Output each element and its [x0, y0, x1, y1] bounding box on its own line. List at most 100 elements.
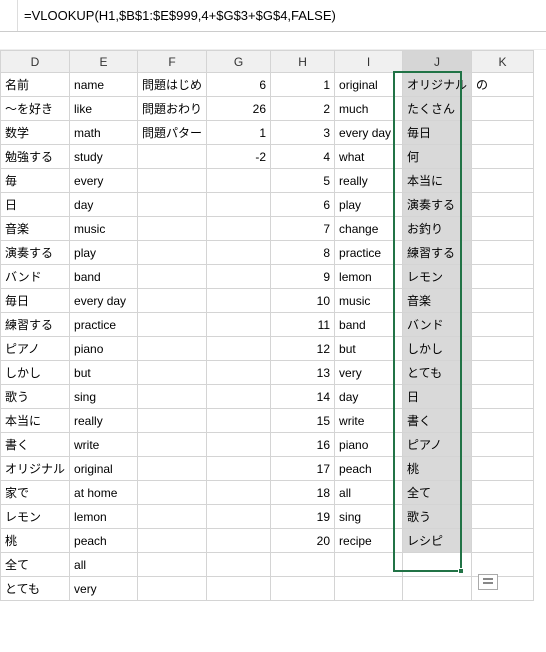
cell-I[interactable]: original [335, 73, 403, 97]
cell-F[interactable] [138, 385, 207, 409]
cell-K[interactable] [472, 553, 534, 577]
cell-E[interactable]: like [70, 97, 138, 121]
cell-J[interactable]: とても [403, 361, 472, 385]
cell-E[interactable]: play [70, 241, 138, 265]
cell-H[interactable]: 5 [271, 169, 335, 193]
cell-E[interactable]: band [70, 265, 138, 289]
cell-H[interactable]: 17 [271, 457, 335, 481]
cell-F[interactable] [138, 193, 207, 217]
cell-E[interactable]: really [70, 409, 138, 433]
cell-G[interactable]: 26 [207, 97, 271, 121]
cell-H[interactable]: 9 [271, 265, 335, 289]
cell-F[interactable] [138, 505, 207, 529]
cell-F[interactable] [138, 169, 207, 193]
cell-K[interactable] [472, 457, 534, 481]
cell-G[interactable] [207, 385, 271, 409]
cell-E[interactable]: but [70, 361, 138, 385]
cell-G[interactable] [207, 313, 271, 337]
cell-J[interactable]: 毎日 [403, 121, 472, 145]
cell-I[interactable]: recipe [335, 529, 403, 553]
cell-G[interactable] [207, 433, 271, 457]
cell-H[interactable]: 18 [271, 481, 335, 505]
cell-H[interactable]: 15 [271, 409, 335, 433]
cell-H[interactable]: 14 [271, 385, 335, 409]
table-row[interactable]: ピアノpiano12butしかし [1, 337, 534, 361]
cell-K[interactable] [472, 313, 534, 337]
cell-G[interactable] [207, 361, 271, 385]
cell-G[interactable] [207, 193, 271, 217]
cell-K[interactable] [472, 193, 534, 217]
cell-K[interactable]: の [472, 73, 534, 97]
cell-E[interactable]: name [70, 73, 138, 97]
cell-E[interactable]: lemon [70, 505, 138, 529]
cell-D[interactable]: 書く [1, 433, 70, 457]
cell-J[interactable]: 音楽 [403, 289, 472, 313]
col-header-I[interactable]: I [335, 51, 403, 73]
cell-G[interactable] [207, 553, 271, 577]
cell-D[interactable]: ～を好き [1, 97, 70, 121]
cell-I[interactable]: really [335, 169, 403, 193]
cell-J[interactable]: たくさん [403, 97, 472, 121]
cell-G[interactable] [207, 457, 271, 481]
cell-F[interactable] [138, 457, 207, 481]
cell-G[interactable] [207, 241, 271, 265]
cell-F[interactable] [138, 361, 207, 385]
table-row[interactable]: 練習するpractice11bandバンド [1, 313, 534, 337]
cell-D[interactable]: 数学 [1, 121, 70, 145]
cell-H[interactable]: 16 [271, 433, 335, 457]
cell-J[interactable]: 何 [403, 145, 472, 169]
formula-bar[interactable]: =VLOOKUP(H1,$B$1:$E$999,4+$G$3+$G$4,FALS… [0, 0, 546, 32]
cell-I[interactable]: music [335, 289, 403, 313]
cell-I[interactable]: all [335, 481, 403, 505]
column-header-row[interactable]: D E F G H I J K [1, 51, 534, 73]
cell-J[interactable]: 全て [403, 481, 472, 505]
cell-D[interactable]: レモン [1, 505, 70, 529]
cell-H[interactable] [271, 553, 335, 577]
cell-F[interactable] [138, 529, 207, 553]
cell-G[interactable] [207, 481, 271, 505]
cell-E[interactable]: piano [70, 337, 138, 361]
cell-D[interactable]: ピアノ [1, 337, 70, 361]
cell-J[interactable]: 書く [403, 409, 472, 433]
cell-J[interactable]: レモン [403, 265, 472, 289]
cell-J[interactable] [403, 577, 472, 601]
cell-F[interactable] [138, 481, 207, 505]
cell-E[interactable]: every [70, 169, 138, 193]
cell-K[interactable] [472, 409, 534, 433]
cell-H[interactable]: 7 [271, 217, 335, 241]
table-row[interactable]: 毎日every day10music音楽 [1, 289, 534, 313]
fill-handle[interactable] [458, 568, 464, 574]
cell-G[interactable]: -2 [207, 145, 271, 169]
table-row[interactable]: 本当にreally15write書く [1, 409, 534, 433]
cell-D[interactable]: 家で [1, 481, 70, 505]
cell-F[interactable] [138, 433, 207, 457]
cell-I[interactable]: write [335, 409, 403, 433]
table-row[interactable]: 家でat home 18all全て [1, 481, 534, 505]
cell-H[interactable]: 11 [271, 313, 335, 337]
cell-H[interactable]: 20 [271, 529, 335, 553]
cell-H[interactable]: 8 [271, 241, 335, 265]
cell-K[interactable] [472, 97, 534, 121]
cell-D[interactable]: 歌う [1, 385, 70, 409]
cell-H[interactable] [271, 577, 335, 601]
cell-D[interactable]: 音楽 [1, 217, 70, 241]
cell-H[interactable]: 12 [271, 337, 335, 361]
cell-J[interactable]: 桃 [403, 457, 472, 481]
table-row[interactable]: 名前name問題はじめ61originalオリジナルの [1, 73, 534, 97]
cell-F[interactable] [138, 313, 207, 337]
cell-D[interactable]: 勉強する [1, 145, 70, 169]
cell-E[interactable]: sing [70, 385, 138, 409]
cell-K[interactable] [472, 433, 534, 457]
cell-I[interactable]: lemon [335, 265, 403, 289]
cell-K[interactable] [472, 169, 534, 193]
cell-E[interactable]: at home [70, 481, 138, 505]
cell-H[interactable]: 2 [271, 97, 335, 121]
table-row[interactable]: ～を好きlike問題おわり262muchたくさん [1, 97, 534, 121]
cell-G[interactable] [207, 169, 271, 193]
cell-I[interactable]: piano [335, 433, 403, 457]
cell-K[interactable] [472, 121, 534, 145]
cell-H[interactable]: 13 [271, 361, 335, 385]
cell-J[interactable]: レシピ [403, 529, 472, 553]
cell-F[interactable] [138, 337, 207, 361]
cell-K[interactable] [472, 361, 534, 385]
